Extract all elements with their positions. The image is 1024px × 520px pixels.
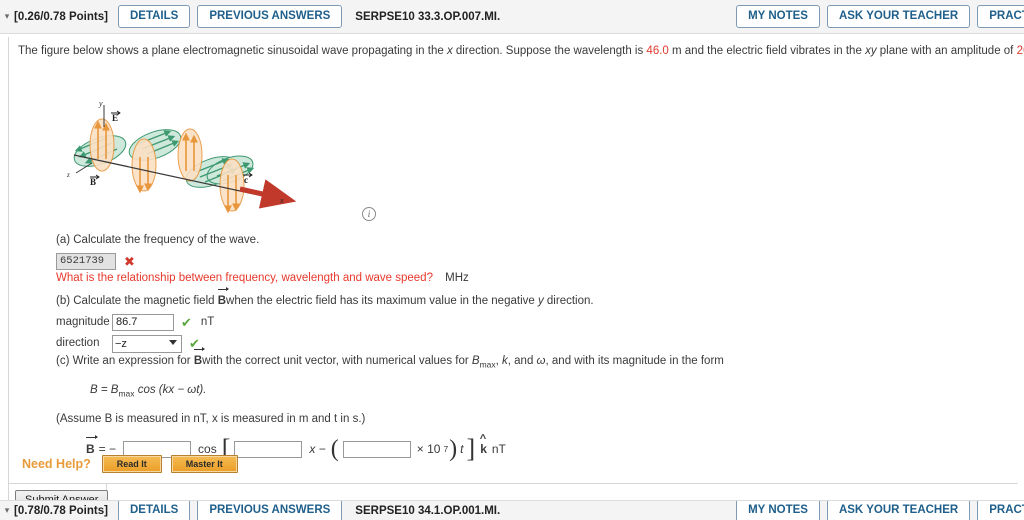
my-notes-button-bottom[interactable]: MY NOTES (736, 501, 820, 520)
part-b-vector-B: B (217, 287, 230, 310)
figure-label-z: z (66, 171, 70, 179)
intro-xy-symbol: xy (865, 45, 877, 57)
paren-right: ) (449, 435, 458, 462)
previous-answers-button[interactable]: PREVIOUS ANSWERS (197, 4, 343, 29)
magnitude-input[interactable] (112, 313, 174, 331)
em-wave-figure: y x z E B c (62, 97, 302, 217)
read-it-button[interactable]: Read It (101, 455, 162, 473)
expr-k-hat-symbol: k (480, 431, 487, 458)
part-c-Bmax-base: B (471, 355, 480, 367)
part-c-prompt-2: with the correct unit vector, with numer… (202, 355, 472, 367)
part-a-feedback-text: What is the relationship between frequen… (56, 271, 433, 284)
need-help-section: Need Help? Read It Master It (22, 455, 247, 473)
expr-omega-input[interactable] (342, 440, 411, 458)
header-actions-right-bottom: MY NOTES ASK YOUR TEACHER PRACTICE (736, 501, 1024, 520)
need-help-label: Need Help? (22, 457, 91, 471)
part-c-Bmax-sub: max (479, 359, 496, 370)
part-b-prompt: (b) Calculate the magnetic field Bwhen t… (56, 287, 594, 310)
part-c-vector-B: B (193, 347, 206, 370)
points-badge-bottom: [0.78/0.78 Points] (14, 504, 108, 517)
practice-button[interactable]: PRACTICE (977, 4, 1024, 29)
intro-text-3: m and the electric field vibrates in the (668, 45, 866, 57)
master-it-button[interactable]: Master It (170, 455, 238, 473)
practice-button-bottom[interactable]: PRACTICE (977, 501, 1024, 520)
incorrect-mark-icon: ✖ (124, 253, 135, 269)
em-wave-svg: y x z E B c (66, 99, 297, 214)
part-a-answer-row: ✖ (56, 252, 469, 270)
part-c: (c) Write an expression for Bwith the co… (56, 347, 724, 463)
expr-t-symbol: t (460, 441, 464, 456)
intro-text-1: The figure below shows a plane electroma… (18, 45, 447, 57)
part-c-formula: B = Bmax cos (kx − ωt). (90, 382, 724, 400)
intro-wavelength-value: 46.0 (646, 45, 669, 57)
part-b-prompt-3: direction. (543, 295, 594, 307)
part-c-prompt-5: , and with its magnitude in the form (545, 355, 724, 367)
collapse-caret-icon[interactable]: ▾ (0, 11, 12, 22)
details-button-bottom[interactable]: DETAILS (117, 501, 191, 520)
part-a-feedback-row: What is the relationship between frequen… (56, 270, 469, 287)
part-c-omega-symbol: ω (536, 355, 546, 367)
expr-power-label: × 10 (416, 441, 441, 456)
part-c-prompt-1: (c) Write an expression for (56, 355, 194, 367)
question-header-top: ▾ [0.26/0.78 Points] DETAILS PREVIOUS AN… (0, 0, 1024, 34)
expr-x-minus: x − (309, 441, 326, 456)
submit-divider (8, 483, 1018, 484)
figure-label-x: x (279, 196, 284, 205)
direction-select[interactable]: −z (112, 334, 182, 353)
intro-text-4: plane with an amplitude of (876, 45, 1017, 57)
paren-left: ( (330, 435, 339, 462)
header-actions-right: MY NOTES ASK YOUR TEACHER PRACTICE (736, 4, 1024, 29)
magnitude-unit: nT (200, 315, 215, 328)
formula-sub: max (118, 387, 135, 398)
part-b-prompt-2: when the electric field has its maximum … (226, 295, 538, 307)
question-body: The figure below shows a plane electroma… (0, 35, 1024, 514)
part-a-unit: MHz (445, 271, 469, 284)
ask-your-teacher-button-bottom[interactable]: ASK YOUR TEACHER (826, 501, 971, 520)
ask-your-teacher-button[interactable]: ASK YOUR TEACHER (826, 4, 971, 29)
question-id-bottom: SERPSE10 34.1.OP.001.MI. (355, 504, 501, 517)
part-a: (a) Calculate the frequency of the wave.… (56, 232, 469, 286)
part-a-answer-input[interactable] (56, 252, 116, 270)
magnitude-label: magnitude (56, 315, 110, 328)
bracket-right: ] (466, 433, 476, 463)
figure-label-B: B (90, 177, 96, 187)
page-root: ▾ [0.26/0.78 Points] DETAILS PREVIOUS AN… (0, 0, 1024, 520)
expr-exponent: 7 (443, 444, 449, 455)
question-id: SERPSE10 33.3.OP.007.MI. (355, 10, 501, 23)
part-b-magnitude-row: magnitude ✔ nT (56, 313, 594, 331)
figure-label-c: c (244, 175, 248, 185)
formula-rhs: cos (kx − ωt). (134, 383, 207, 396)
my-notes-button[interactable]: MY NOTES (736, 4, 820, 29)
part-c-prompt-4: , and (507, 355, 537, 367)
part-c-assume-note: (Assume B is measured in nT, x is measur… (56, 413, 366, 426)
direction-label: direction (56, 337, 100, 350)
details-button[interactable]: DETAILS (117, 4, 191, 29)
intro-text-2: direction. Suppose the wavelength is (452, 45, 647, 57)
part-b-prompt-1: (b) Calculate the magnetic field (56, 295, 218, 307)
direction-select-wrap[interactable]: −z (112, 334, 182, 353)
question-header-bottom: ▾ [0.78/0.78 Points] DETAILS PREVIOUS AN… (0, 500, 1024, 520)
part-c-prompt: (c) Write an expression for Bwith the co… (56, 347, 724, 371)
collapse-caret-icon-bottom[interactable]: ▾ (0, 505, 12, 516)
figure-label-y: y (98, 99, 103, 108)
intro-amplitude-value: 26.0 (1016, 45, 1024, 57)
c-vector-arrow (239, 179, 297, 209)
part-b: (b) Calculate the magnetic field Bwhen t… (56, 287, 594, 353)
previous-answers-button-bottom[interactable]: PREVIOUS ANSWERS (197, 501, 343, 520)
magnitude-correct-icon: ✔ (181, 314, 192, 330)
info-icon[interactable]: i (362, 207, 376, 221)
question-intro-text: The figure below shows a plane electroma… (18, 44, 1024, 60)
part-a-prompt: (a) Calculate the frequency of the wave. (56, 234, 260, 246)
expr-unit-label: nT (491, 441, 506, 456)
formula-lhs: B = B (90, 383, 119, 396)
points-badge: [0.26/0.78 Points] (14, 10, 108, 23)
part-b-direction-row: direction −z ✔ (56, 334, 594, 353)
